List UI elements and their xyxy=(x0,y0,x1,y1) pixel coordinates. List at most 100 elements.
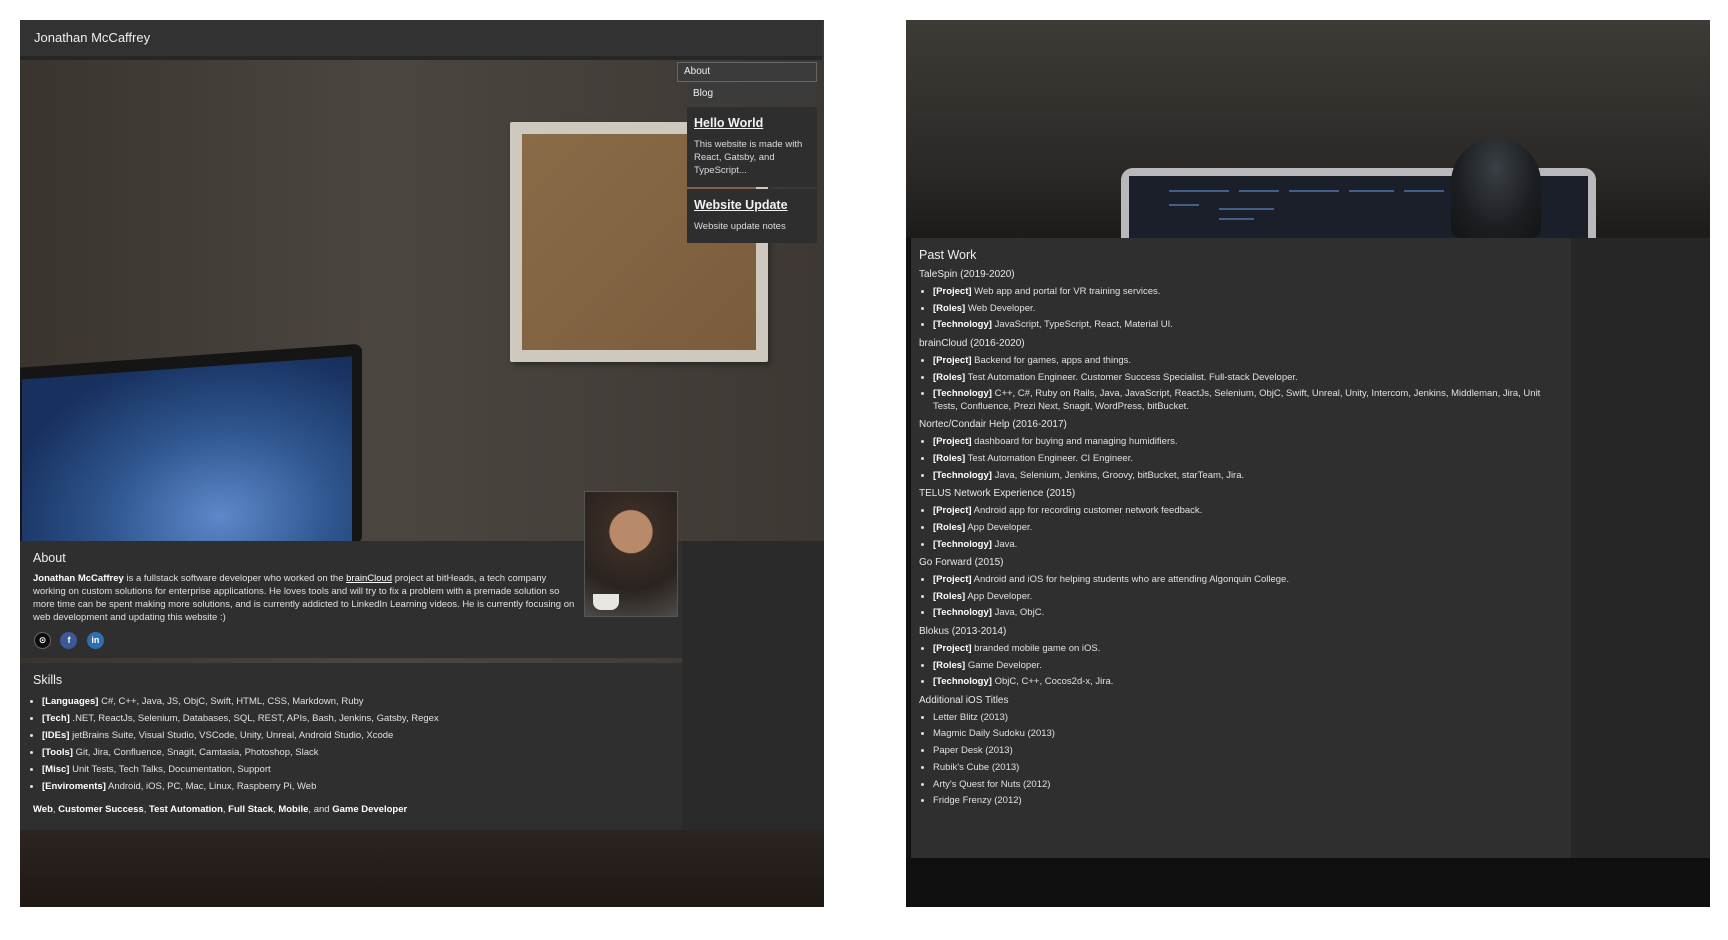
detail-label: [Technology] xyxy=(933,607,992,619)
detail-value: Web app and portal for VR training servi… xyxy=(971,286,1161,297)
blog-post-title[interactable]: Website Update xyxy=(694,198,810,212)
job-detail: [Project] Android app for recording cust… xyxy=(933,505,1564,518)
job-detail: [Roles] Test Automation Engineer. Custom… xyxy=(933,372,1564,385)
skills-list: [Languages] C#, C++, Java, JS, ObjC, Swi… xyxy=(28,693,439,795)
detail-value: Test Automation Engineer. CI Engineer. xyxy=(965,452,1133,464)
background-headset xyxy=(1451,138,1541,238)
detail-label: [Technology] xyxy=(933,538,992,550)
blog-post-card[interactable]: Website Update Website update notes xyxy=(687,189,817,243)
summary-role: Test Automation xyxy=(149,804,223,815)
job-title: TELUS Network Experience (2015) xyxy=(919,488,1076,500)
detail-value: Java. xyxy=(991,538,1018,550)
nav-about-link[interactable]: About xyxy=(677,62,817,82)
ios-title-item: Rubik's Cube (2013) xyxy=(933,762,1564,775)
detail-value: dashboard for buying and managing humidi… xyxy=(971,436,1178,448)
about-text-part: is a fullstack software developer who wo… xyxy=(123,573,347,584)
background-floor xyxy=(20,830,824,907)
skill-value: .NET, ReactJs, Selenium, Databases, SQL,… xyxy=(69,713,439,724)
nav-blog-link[interactable]: Blog xyxy=(687,84,817,103)
job-title: TaleSpin (2019-2020) xyxy=(919,269,1015,280)
background-bottom xyxy=(906,858,1710,907)
job-detail: [Technology] Java, ObjC. xyxy=(933,607,1564,620)
detail-value: C++, C#, Ruby on Rails, Java, JavaScript… xyxy=(933,388,1541,412)
navigation: About Blog Hello World This website is m… xyxy=(677,62,817,243)
detail-label: [Roles] xyxy=(933,452,966,464)
detail-label: [Roles] xyxy=(933,302,966,314)
skill-value: jetBrains Suite, Visual Studio, VSCode, … xyxy=(69,730,394,741)
skill-value: Unit Tests, Tech Talks, Documentation, S… xyxy=(69,764,271,775)
linkedin-icon[interactable]: in xyxy=(86,632,104,650)
about-section: About Jonathan McCaffrey is a fullstack … xyxy=(20,541,682,658)
background-monitor xyxy=(20,343,362,569)
summary-sep: , and xyxy=(308,804,333,815)
skill-label: [Enviroments] xyxy=(42,781,106,792)
braincloud-link[interactable]: brainCloud xyxy=(346,573,392,584)
site-title[interactable]: Jonathan McCaffrey xyxy=(34,30,150,45)
detail-value: App Developer. xyxy=(965,590,1033,602)
job-title: Go Forward (2015) xyxy=(919,557,1004,568)
background-photo xyxy=(906,20,1710,258)
detail-label: [Project] xyxy=(933,574,972,585)
skill-item: [Languages] C#, C++, Java, JS, ObjC, Swi… xyxy=(42,693,439,710)
detail-label: [Roles] xyxy=(933,521,966,533)
skill-label: [Misc] xyxy=(42,764,70,775)
job-entry: brainCloud (2016-2020) [Project] Backend… xyxy=(919,337,1564,413)
social-links: ⊙ f in xyxy=(34,632,109,650)
ios-title-item: Magmic Daily Sudoku (2013) xyxy=(933,728,1564,741)
detail-label: [Technology] xyxy=(933,319,992,331)
about-text: Jonathan McCaffrey is a fullstack softwa… xyxy=(33,572,578,624)
additional-title: Additional iOS Titles xyxy=(919,694,1009,706)
job-detail: [Roles] Web Developer. xyxy=(933,303,1564,316)
past-work-side-panel xyxy=(1571,238,1710,878)
blog-post-excerpt: Website update notes xyxy=(694,221,786,232)
skill-item: [Misc] Unit Tests, Tech Talks, Documenta… xyxy=(42,761,439,778)
past-work-heading: Past Work xyxy=(919,248,977,262)
job-detail: [Project] branded mobile game on iOS. xyxy=(933,643,1564,656)
job-entry: Blokus (2013-2014) [Project] branded mob… xyxy=(919,625,1564,689)
blog-post-excerpt: This website is made with React, Gatsby,… xyxy=(694,139,803,176)
detail-value: Test Automation Engineer. Customer Succe… xyxy=(965,371,1298,383)
skill-item: [Enviroments] Android, iOS, PC, Mac, Lin… xyxy=(42,778,439,795)
top-bar: Jonathan McCaffrey xyxy=(20,20,822,60)
job-title: Blokus (2013-2014) xyxy=(919,625,1007,637)
past-work-section: Past Work TaleSpin (2019-2020) [Project]… xyxy=(911,238,1571,858)
skill-item: [Tools] Git, Jira, Confluence, Snagit, C… xyxy=(42,744,439,761)
detail-label: [Project] xyxy=(933,642,972,654)
detail-label: [Roles] xyxy=(933,659,966,671)
skill-value: Git, Jira, Confluence, Snagit, Camtasia,… xyxy=(72,747,319,758)
additional-ios-titles: Additional iOS Titles Letter Blitz (2013… xyxy=(919,694,1564,808)
detail-value: branded mobile game on iOS. xyxy=(971,642,1101,654)
blog-post-card[interactable]: Hello World This website is made with Re… xyxy=(687,107,817,187)
skill-value: C#, C++, Java, JS, ObjC, Swift, HTML, CS… xyxy=(98,696,364,707)
skill-label: [Tools] xyxy=(42,747,73,758)
detail-label: [Technology] xyxy=(933,469,992,481)
detail-value: JavaScript, TypeScript, React, Material … xyxy=(991,319,1173,331)
facebook-icon[interactable]: f xyxy=(60,632,78,650)
detail-value: Web Developer. xyxy=(965,302,1036,314)
job-detail: [Project] Backend for games, apps and th… xyxy=(933,355,1564,368)
job-detail: [Roles] Game Developer. xyxy=(933,660,1564,673)
job-detail: [Project] Web app and portal for VR trai… xyxy=(933,286,1564,299)
detail-value: Android app for recording customer netwo… xyxy=(971,505,1203,517)
job-entry: TaleSpin (2019-2020) [Project] Web app a… xyxy=(919,268,1564,332)
github-icon[interactable]: ⊙ xyxy=(34,632,51,650)
detail-label: [Project] xyxy=(933,505,972,517)
about-side-panel xyxy=(682,541,824,830)
ios-title-item: Fridge Frenzy (2012) xyxy=(933,795,1564,808)
job-detail: [Project] Android and iOS for helping st… xyxy=(933,574,1564,587)
about-heading: About xyxy=(33,551,66,565)
about-name: Jonathan McCaffrey xyxy=(33,573,124,584)
blog-post-title[interactable]: Hello World xyxy=(694,116,810,130)
detail-value: ObjC, C++, Cocos2d-x, Jira. xyxy=(991,676,1114,688)
job-detail: [Technology] ObjC, C++, Cocos2d-x, Jira. xyxy=(933,676,1564,689)
job-detail: [Project] dashboard for buying and manag… xyxy=(933,436,1564,449)
skills-summary: Web, Customer Success, Test Automation, … xyxy=(33,804,407,815)
job-entry: Go Forward (2015) [Project] Android and … xyxy=(919,556,1564,620)
skills-section: Skills [Languages] C#, C++, Java, JS, Ob… xyxy=(20,663,682,830)
ios-title-item: Arty's Quest for Nuts (2012) xyxy=(933,779,1564,792)
detail-label: [Project] xyxy=(933,436,972,448)
detail-label: [Project] xyxy=(933,286,972,297)
detail-value: Android and iOS for helping students who… xyxy=(971,574,1289,585)
skill-label: [Tech] xyxy=(42,713,70,724)
job-detail: [Roles] Test Automation Engineer. CI Eng… xyxy=(933,453,1564,466)
